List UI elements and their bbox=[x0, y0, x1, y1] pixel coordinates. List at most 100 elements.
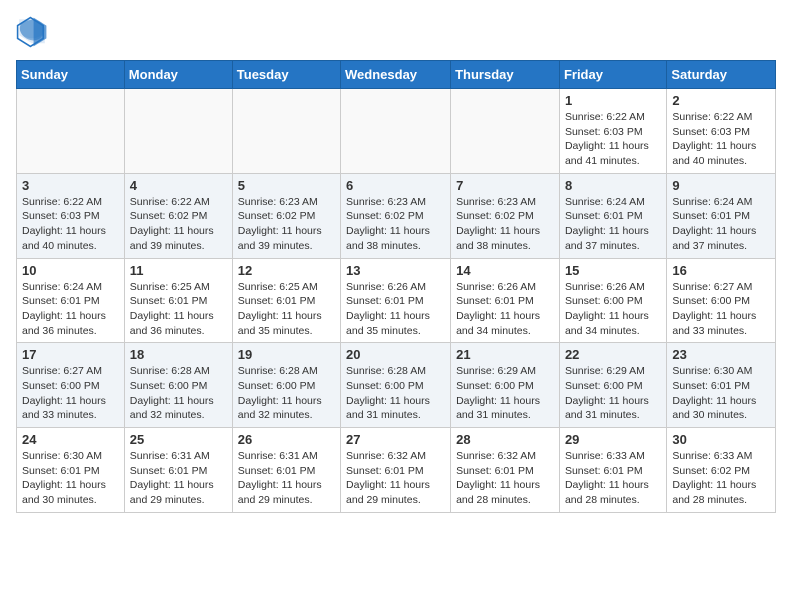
day-info: Sunrise: 6:28 AM Sunset: 6:00 PM Dayligh… bbox=[346, 364, 445, 423]
day-number: 20 bbox=[346, 347, 445, 362]
day-number: 18 bbox=[130, 347, 227, 362]
calendar-cell: 2 Sunrise: 6:22 AM Sunset: 6:03 PM Daylig… bbox=[667, 89, 776, 174]
day-info: Sunrise: 6:23 AM Sunset: 6:02 PM Dayligh… bbox=[238, 195, 335, 254]
calendar-cell: 20 Sunrise: 6:28 AM Sunset: 6:00 PM Dayli… bbox=[341, 343, 451, 428]
day-number: 26 bbox=[238, 432, 335, 447]
day-number: 28 bbox=[456, 432, 554, 447]
day-info: Sunrise: 6:25 AM Sunset: 6:01 PM Dayligh… bbox=[130, 280, 227, 339]
day-info: Sunrise: 6:24 AM Sunset: 6:01 PM Dayligh… bbox=[672, 195, 770, 254]
day-info: Sunrise: 6:25 AM Sunset: 6:01 PM Dayligh… bbox=[238, 280, 335, 339]
day-header-monday: Monday bbox=[124, 61, 232, 89]
page: SundayMondayTuesdayWednesdayThursdayFrid… bbox=[0, 0, 792, 529]
calendar-cell bbox=[341, 89, 451, 174]
day-info: Sunrise: 6:22 AM Sunset: 6:03 PM Dayligh… bbox=[672, 110, 770, 169]
day-header-wednesday: Wednesday bbox=[341, 61, 451, 89]
day-number: 8 bbox=[565, 178, 661, 193]
day-number: 13 bbox=[346, 263, 445, 278]
day-number: 6 bbox=[346, 178, 445, 193]
calendar: SundayMondayTuesdayWednesdayThursdayFrid… bbox=[16, 60, 776, 513]
week-row-1: 1 Sunrise: 6:22 AM Sunset: 6:03 PM Daylig… bbox=[17, 89, 776, 174]
day-info: Sunrise: 6:22 AM Sunset: 6:03 PM Dayligh… bbox=[565, 110, 661, 169]
calendar-cell: 7 Sunrise: 6:23 AM Sunset: 6:02 PM Daylig… bbox=[451, 173, 560, 258]
day-info: Sunrise: 6:31 AM Sunset: 6:01 PM Dayligh… bbox=[238, 449, 335, 508]
calendar-cell: 21 Sunrise: 6:29 AM Sunset: 6:00 PM Dayli… bbox=[451, 343, 560, 428]
week-row-4: 17Sunrise: 6:27 AM Sunset: 6:00 PM Dayli… bbox=[17, 343, 776, 428]
day-header-thursday: Thursday bbox=[451, 61, 560, 89]
day-info: Sunrise: 6:33 AM Sunset: 6:02 PM Dayligh… bbox=[672, 449, 770, 508]
day-number: 22 bbox=[565, 347, 661, 362]
calendar-cell: 18 Sunrise: 6:28 AM Sunset: 6:00 PM Dayli… bbox=[124, 343, 232, 428]
calendar-cell: 23 Sunrise: 6:30 AM Sunset: 6:01 PM Dayli… bbox=[667, 343, 776, 428]
calendar-cell: 5 Sunrise: 6:23 AM Sunset: 6:02 PM Daylig… bbox=[232, 173, 340, 258]
logo bbox=[16, 16, 52, 48]
calendar-cell: 11 Sunrise: 6:25 AM Sunset: 6:01 PM Dayli… bbox=[124, 258, 232, 343]
calendar-cell: 10 Sunrise: 6:24 AM Sunset: 6:01 PM Dayli… bbox=[17, 258, 125, 343]
week-row-5: 24Sunrise: 6:30 AM Sunset: 6:01 PM Dayli… bbox=[17, 428, 776, 513]
calendar-cell: 4Sunrise: 6:22 AM Sunset: 6:02 PM Daylig… bbox=[124, 173, 232, 258]
header-row: SundayMondayTuesdayWednesdayThursdayFrid… bbox=[17, 61, 776, 89]
day-info: Sunrise: 6:32 AM Sunset: 6:01 PM Dayligh… bbox=[346, 449, 445, 508]
day-number: 11 bbox=[130, 263, 227, 278]
calendar-cell: 25Sunrise: 6:31 AM Sunset: 6:01 PM Dayli… bbox=[124, 428, 232, 513]
calendar-cell: 6 Sunrise: 6:23 AM Sunset: 6:02 PM Daylig… bbox=[341, 173, 451, 258]
day-number: 27 bbox=[346, 432, 445, 447]
calendar-cell bbox=[124, 89, 232, 174]
day-number: 29 bbox=[565, 432, 661, 447]
calendar-cell: 1 Sunrise: 6:22 AM Sunset: 6:03 PM Daylig… bbox=[559, 89, 666, 174]
day-number: 3 bbox=[22, 178, 119, 193]
day-info: Sunrise: 6:22 AM Sunset: 6:02 PM Dayligh… bbox=[130, 195, 227, 254]
day-info: Sunrise: 6:33 AM Sunset: 6:01 PM Dayligh… bbox=[565, 449, 661, 508]
day-info: Sunrise: 6:23 AM Sunset: 6:02 PM Dayligh… bbox=[346, 195, 445, 254]
day-info: Sunrise: 6:23 AM Sunset: 6:02 PM Dayligh… bbox=[456, 195, 554, 254]
day-info: Sunrise: 6:26 AM Sunset: 6:00 PM Dayligh… bbox=[565, 280, 661, 339]
day-info: Sunrise: 6:24 AM Sunset: 6:01 PM Dayligh… bbox=[565, 195, 661, 254]
calendar-cell: 28 Sunrise: 6:32 AM Sunset: 6:01 PM Dayli… bbox=[451, 428, 560, 513]
day-header-sunday: Sunday bbox=[17, 61, 125, 89]
day-info: Sunrise: 6:29 AM Sunset: 6:00 PM Dayligh… bbox=[456, 364, 554, 423]
day-header-friday: Friday bbox=[559, 61, 666, 89]
day-number: 10 bbox=[22, 263, 119, 278]
day-number: 24 bbox=[22, 432, 119, 447]
calendar-cell: 22Sunrise: 6:29 AM Sunset: 6:00 PM Dayli… bbox=[559, 343, 666, 428]
day-number: 25 bbox=[130, 432, 227, 447]
day-number: 30 bbox=[672, 432, 770, 447]
day-header-tuesday: Tuesday bbox=[232, 61, 340, 89]
day-number: 5 bbox=[238, 178, 335, 193]
day-info: Sunrise: 6:26 AM Sunset: 6:01 PM Dayligh… bbox=[346, 280, 445, 339]
day-number: 2 bbox=[672, 93, 770, 108]
day-number: 12 bbox=[238, 263, 335, 278]
calendar-cell: 15Sunrise: 6:26 AM Sunset: 6:00 PM Dayli… bbox=[559, 258, 666, 343]
calendar-cell: 16Sunrise: 6:27 AM Sunset: 6:00 PM Dayli… bbox=[667, 258, 776, 343]
calendar-cell: 27 Sunrise: 6:32 AM Sunset: 6:01 PM Dayli… bbox=[341, 428, 451, 513]
calendar-cell: 19Sunrise: 6:28 AM Sunset: 6:00 PM Dayli… bbox=[232, 343, 340, 428]
day-number: 19 bbox=[238, 347, 335, 362]
day-header-saturday: Saturday bbox=[667, 61, 776, 89]
day-number: 9 bbox=[672, 178, 770, 193]
calendar-cell: 9 Sunrise: 6:24 AM Sunset: 6:01 PM Daylig… bbox=[667, 173, 776, 258]
calendar-cell: 17Sunrise: 6:27 AM Sunset: 6:00 PM Dayli… bbox=[17, 343, 125, 428]
header bbox=[16, 16, 776, 48]
calendar-cell: 13 Sunrise: 6:26 AM Sunset: 6:01 PM Dayli… bbox=[341, 258, 451, 343]
day-info: Sunrise: 6:22 AM Sunset: 6:03 PM Dayligh… bbox=[22, 195, 119, 254]
day-number: 14 bbox=[456, 263, 554, 278]
day-number: 23 bbox=[672, 347, 770, 362]
calendar-cell: 30 Sunrise: 6:33 AM Sunset: 6:02 PM Dayli… bbox=[667, 428, 776, 513]
day-info: Sunrise: 6:24 AM Sunset: 6:01 PM Dayligh… bbox=[22, 280, 119, 339]
calendar-cell bbox=[451, 89, 560, 174]
calendar-cell: 24Sunrise: 6:30 AM Sunset: 6:01 PM Dayli… bbox=[17, 428, 125, 513]
day-number: 21 bbox=[456, 347, 554, 362]
week-row-2: 3 Sunrise: 6:22 AM Sunset: 6:03 PM Daylig… bbox=[17, 173, 776, 258]
day-info: Sunrise: 6:27 AM Sunset: 6:00 PM Dayligh… bbox=[22, 364, 119, 423]
calendar-cell bbox=[232, 89, 340, 174]
calendar-cell: 14Sunrise: 6:26 AM Sunset: 6:01 PM Dayli… bbox=[451, 258, 560, 343]
calendar-cell bbox=[17, 89, 125, 174]
day-number: 16 bbox=[672, 263, 770, 278]
calendar-cell: 26 Sunrise: 6:31 AM Sunset: 6:01 PM Dayli… bbox=[232, 428, 340, 513]
day-info: Sunrise: 6:30 AM Sunset: 6:01 PM Dayligh… bbox=[672, 364, 770, 423]
calendar-cell: 8 Sunrise: 6:24 AM Sunset: 6:01 PM Daylig… bbox=[559, 173, 666, 258]
day-info: Sunrise: 6:28 AM Sunset: 6:00 PM Dayligh… bbox=[130, 364, 227, 423]
day-info: Sunrise: 6:32 AM Sunset: 6:01 PM Dayligh… bbox=[456, 449, 554, 508]
calendar-cell: 29 Sunrise: 6:33 AM Sunset: 6:01 PM Dayli… bbox=[559, 428, 666, 513]
day-number: 7 bbox=[456, 178, 554, 193]
day-number: 1 bbox=[565, 93, 661, 108]
